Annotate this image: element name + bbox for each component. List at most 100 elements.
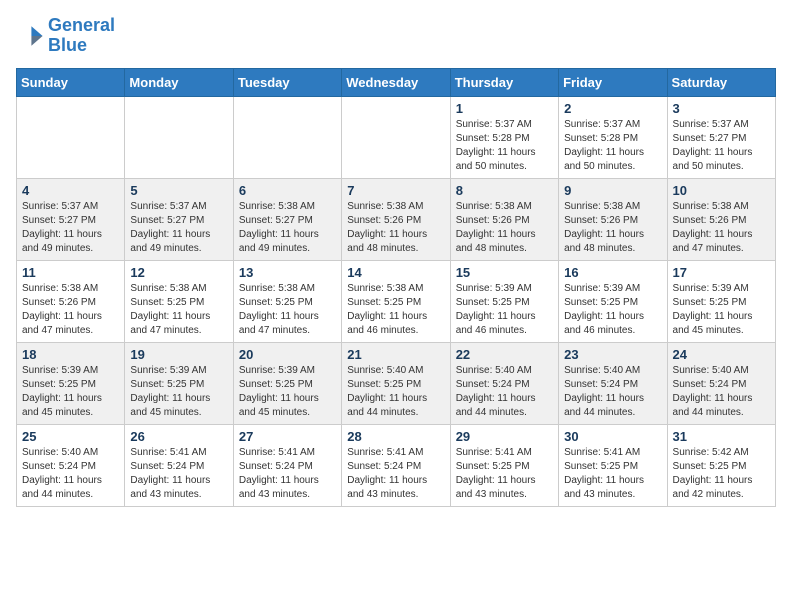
calendar-cell: 7Sunrise: 5:38 AM Sunset: 5:26 PM Daylig… — [342, 178, 450, 260]
day-number: 28 — [347, 429, 444, 444]
day-number: 25 — [22, 429, 119, 444]
calendar-header-row: SundayMondayTuesdayWednesdayThursdayFrid… — [17, 68, 776, 96]
calendar-cell: 14 Sunrise: 5:38 AM Sunset: 5:25 PM Dayli… — [342, 260, 450, 342]
day-number: 14 — [347, 265, 444, 280]
day-number: 11 — [22, 265, 119, 280]
calendar-cell — [342, 96, 450, 178]
logo-icon — [16, 22, 44, 50]
day-number: 7 — [347, 183, 444, 198]
calendar-cell: 20 Sunrise: 5:39 AM Sunset: 5:25 PM Dayli… — [233, 342, 341, 424]
day-number: 26 — [130, 429, 227, 444]
day-number: 3 — [673, 101, 770, 116]
calendar-cell: 9 Sunrise: 5:38 AM Sunset: 5:26 PM Daylig… — [559, 178, 667, 260]
day-number: 30 — [564, 429, 661, 444]
day-info: Sunrise: 5:40 AM Sunset: 5:24 PM Dayligh… — [456, 364, 553, 420]
calendar-week-row: 25 Sunrise: 5:40 AM Sunset: 5:24 PM Dayli… — [17, 424, 776, 506]
calendar-cell: 19 Sunrise: 5:39 AM Sunset: 5:25 PM Dayli… — [125, 342, 233, 424]
day-number: 4 — [22, 183, 119, 198]
calendar-cell — [233, 96, 341, 178]
calendar-cell: 28 Sunrise: 5:41 AM Sunset: 5:24 PM Dayli… — [342, 424, 450, 506]
logo-text-line2: Blue — [48, 36, 115, 56]
day-info: Sunrise: 5:41 AM Sunset: 5:24 PM Dayligh… — [239, 446, 336, 502]
day-info: Sunrise: 5:41 AM Sunset: 5:24 PM Dayligh… — [130, 446, 227, 502]
day-number: 13 — [239, 265, 336, 280]
calendar-cell: 13 Sunrise: 5:38 AM Sunset: 5:25 PM Dayli… — [233, 260, 341, 342]
calendar-cell: 15 Sunrise: 5:39 AM Sunset: 5:25 PM Dayli… — [450, 260, 558, 342]
day-number: 15 — [456, 265, 553, 280]
calendar-cell: 1Sunrise: 5:37 AM Sunset: 5:28 PM Daylig… — [450, 96, 558, 178]
page-header: General Blue — [16, 16, 776, 56]
day-number: 23 — [564, 347, 661, 362]
calendar-cell: 23 Sunrise: 5:40 AM Sunset: 5:24 PM Dayli… — [559, 342, 667, 424]
day-info: Sunrise: 5:39 AM Sunset: 5:25 PM Dayligh… — [130, 364, 227, 420]
day-number: 16 — [564, 265, 661, 280]
calendar-cell: 8 Sunrise: 5:38 AM Sunset: 5:26 PM Daylig… — [450, 178, 558, 260]
day-info: Sunrise: 5:37 AM Sunset: 5:28 PM Dayligh… — [564, 118, 661, 174]
day-number: 9 — [564, 183, 661, 198]
day-info: Sunrise: 5:39 AM Sunset: 5:25 PM Dayligh… — [564, 282, 661, 338]
day-info: Sunrise: 5:41 AM Sunset: 5:24 PM Dayligh… — [347, 446, 444, 502]
calendar-cell: 26 Sunrise: 5:41 AM Sunset: 5:24 PM Dayli… — [125, 424, 233, 506]
day-number: 19 — [130, 347, 227, 362]
day-number: 22 — [456, 347, 553, 362]
col-header-saturday: Saturday — [667, 68, 775, 96]
day-info: Sunrise: 5:41 AM Sunset: 5:25 PM Dayligh… — [564, 446, 661, 502]
calendar-cell: 10Sunrise: 5:38 AM Sunset: 5:26 PM Dayli… — [667, 178, 775, 260]
day-number: 18 — [22, 347, 119, 362]
day-info: Sunrise: 5:38 AM Sunset: 5:25 PM Dayligh… — [130, 282, 227, 338]
calendar-cell: 2 Sunrise: 5:37 AM Sunset: 5:28 PM Daylig… — [559, 96, 667, 178]
day-number: 20 — [239, 347, 336, 362]
day-info: Sunrise: 5:41 AM Sunset: 5:25 PM Dayligh… — [456, 446, 553, 502]
calendar-cell — [17, 96, 125, 178]
logo-text-line1: General — [48, 16, 115, 36]
calendar-cell: 29 Sunrise: 5:41 AM Sunset: 5:25 PM Dayli… — [450, 424, 558, 506]
calendar-cell: 3 Sunrise: 5:37 AM Sunset: 5:27 PM Daylig… — [667, 96, 775, 178]
day-number: 29 — [456, 429, 553, 444]
day-number: 21 — [347, 347, 444, 362]
calendar-cell: 27 Sunrise: 5:41 AM Sunset: 5:24 PM Dayli… — [233, 424, 341, 506]
calendar-cell: 24 Sunrise: 5:40 AM Sunset: 5:24 PM Dayli… — [667, 342, 775, 424]
day-number: 1 — [456, 101, 553, 116]
day-number: 2 — [564, 101, 661, 116]
calendar-week-row: 11Sunrise: 5:38 AM Sunset: 5:26 PM Dayli… — [17, 260, 776, 342]
col-header-monday: Monday — [125, 68, 233, 96]
calendar-cell: 4 Sunrise: 5:37 AM Sunset: 5:27 PM Daylig… — [17, 178, 125, 260]
calendar-cell: 31Sunrise: 5:42 AM Sunset: 5:25 PM Dayli… — [667, 424, 775, 506]
day-number: 27 — [239, 429, 336, 444]
calendar-cell: 25 Sunrise: 5:40 AM Sunset: 5:24 PM Dayli… — [17, 424, 125, 506]
day-info: Sunrise: 5:37 AM Sunset: 5:27 PM Dayligh… — [673, 118, 770, 174]
calendar-cell: 5 Sunrise: 5:37 AM Sunset: 5:27 PM Daylig… — [125, 178, 233, 260]
day-number: 24 — [673, 347, 770, 362]
day-number: 5 — [130, 183, 227, 198]
day-info: Sunrise: 5:38 AM Sunset: 5:25 PM Dayligh… — [347, 282, 444, 338]
day-info: Sunrise: 5:37 AM Sunset: 5:27 PM Dayligh… — [130, 200, 227, 256]
col-header-sunday: Sunday — [17, 68, 125, 96]
day-info: Sunrise: 5:37 AM Sunset: 5:27 PM Dayligh… — [22, 200, 119, 256]
day-info: Sunrise: 5:40 AM Sunset: 5:25 PM Dayligh… — [347, 364, 444, 420]
calendar-cell: 30 Sunrise: 5:41 AM Sunset: 5:25 PM Dayli… — [559, 424, 667, 506]
day-info: Sunrise: 5:40 AM Sunset: 5:24 PM Dayligh… — [564, 364, 661, 420]
col-header-thursday: Thursday — [450, 68, 558, 96]
day-info: Sunrise: 5:40 AM Sunset: 5:24 PM Dayligh… — [673, 364, 770, 420]
calendar-week-row: 18 Sunrise: 5:39 AM Sunset: 5:25 PM Dayli… — [17, 342, 776, 424]
day-info: Sunrise: 5:39 AM Sunset: 5:25 PM Dayligh… — [673, 282, 770, 338]
calendar-table: SundayMondayTuesdayWednesdayThursdayFrid… — [16, 68, 776, 507]
day-info: Sunrise: 5:39 AM Sunset: 5:25 PM Dayligh… — [456, 282, 553, 338]
day-info: Sunrise: 5:38 AM Sunset: 5:26 PM Dayligh… — [673, 200, 770, 256]
day-number: 12 — [130, 265, 227, 280]
day-number: 31 — [673, 429, 770, 444]
calendar-cell: 22 Sunrise: 5:40 AM Sunset: 5:24 PM Dayli… — [450, 342, 558, 424]
calendar-cell: 12 Sunrise: 5:38 AM Sunset: 5:25 PM Dayli… — [125, 260, 233, 342]
day-info: Sunrise: 5:40 AM Sunset: 5:24 PM Dayligh… — [22, 446, 119, 502]
day-info: Sunrise: 5:38 AM Sunset: 5:27 PM Dayligh… — [239, 200, 336, 256]
day-info: Sunrise: 5:38 AM Sunset: 5:25 PM Dayligh… — [239, 282, 336, 338]
day-info: Sunrise: 5:39 AM Sunset: 5:25 PM Dayligh… — [239, 364, 336, 420]
calendar-week-row: 1 Sunrise: 5:37 AM Sunset: 5:28 PM Daylig… — [17, 96, 776, 178]
day-number: 8 — [456, 183, 553, 198]
day-info: Sunrise: 5:38 AM Sunset: 5:26 PM Dayligh… — [564, 200, 661, 256]
calendar-cell: 17 Sunrise: 5:39 AM Sunset: 5:25 PM Dayli… — [667, 260, 775, 342]
day-number: 17 — [673, 265, 770, 280]
logo: General Blue — [16, 16, 115, 56]
day-info: Sunrise: 5:38 AM Sunset: 5:26 PM Dayligh… — [456, 200, 553, 256]
calendar-cell: 18Sunrise: 5:39 AM Sunset: 5:25 PM Dayli… — [17, 342, 125, 424]
